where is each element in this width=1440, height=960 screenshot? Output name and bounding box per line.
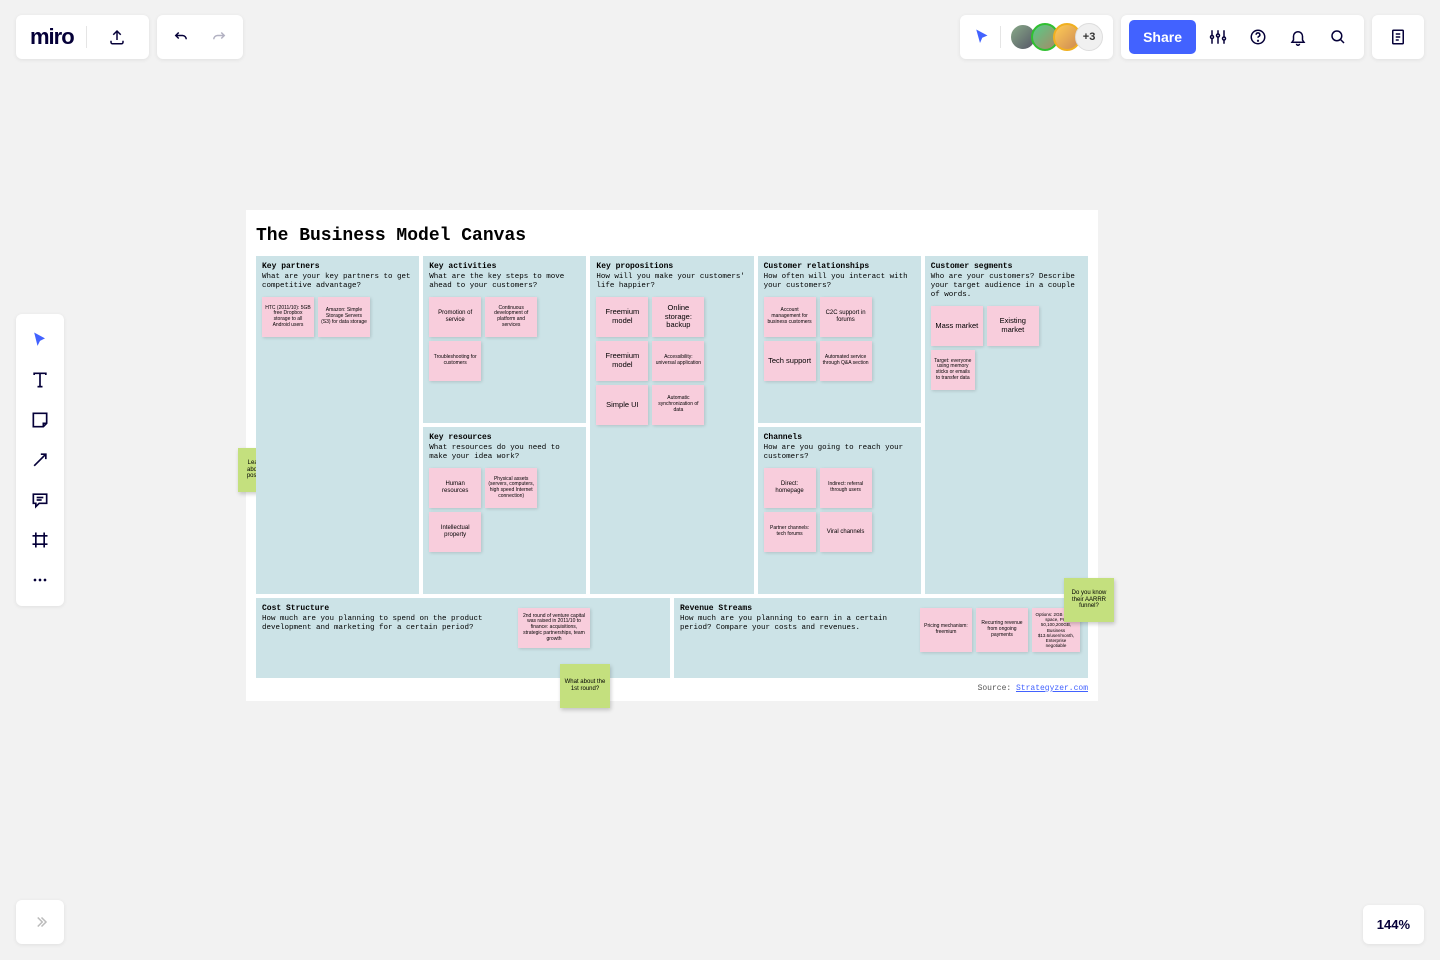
cell-resources[interactable]: Key resources What resources do you need… bbox=[423, 427, 586, 594]
sticky-note[interactable]: Continuous development of platform and s… bbox=[485, 297, 537, 337]
export-button[interactable] bbox=[99, 19, 135, 55]
miro-logo[interactable]: miro bbox=[30, 24, 74, 50]
board-title: The Business Model Canvas bbox=[256, 226, 1088, 246]
cell-prompt: What resources do you need to make your … bbox=[429, 444, 580, 462]
sticky-note[interactable]: Existing market bbox=[987, 306, 1039, 346]
sticky-note[interactable]: Viral channels bbox=[820, 512, 872, 552]
sticky-note[interactable]: HTC (2011/10): 5GB free Dropbox storage … bbox=[262, 297, 314, 337]
avatar-stack[interactable]: +3 bbox=[1009, 23, 1103, 51]
sticky-note[interactable]: What about the 1st round? bbox=[560, 664, 610, 708]
undo-redo-panel bbox=[157, 15, 243, 59]
cell-title: Channels bbox=[764, 433, 915, 442]
cell-title: Customer segments bbox=[931, 262, 1082, 271]
search-button[interactable] bbox=[1320, 19, 1356, 55]
sticky-note[interactable]: Do you know their AARRR funnel? bbox=[1064, 578, 1114, 622]
source-link[interactable]: Strategyzer.com bbox=[1016, 684, 1088, 693]
help-button[interactable] bbox=[1240, 19, 1276, 55]
comment-tool[interactable] bbox=[16, 480, 64, 520]
source-prefix: Source: bbox=[978, 684, 1016, 693]
cell-relationships[interactable]: Customer relationships How often will yo… bbox=[758, 256, 921, 423]
cell-segments[interactable]: Customer segments Who are your customers… bbox=[925, 256, 1088, 594]
notes-button[interactable] bbox=[1380, 19, 1416, 55]
sticky-note[interactable]: Tech support bbox=[764, 341, 816, 381]
canvas-bottom-row: Cost Structure How much are you planning… bbox=[256, 598, 1088, 678]
notifications-button[interactable] bbox=[1280, 19, 1316, 55]
cell-cost[interactable]: Cost Structure How much are you planning… bbox=[256, 598, 670, 678]
select-tool[interactable] bbox=[16, 320, 64, 360]
divider bbox=[86, 26, 87, 48]
notes-panel bbox=[1372, 15, 1424, 59]
redo-button[interactable] bbox=[201, 19, 237, 55]
sticky-note[interactable]: Amazon: Simple Storage Servers (S3) for … bbox=[318, 297, 370, 337]
canvas-grid: Key partners What are your key partners … bbox=[256, 256, 1088, 594]
sticky-note[interactable]: Physical assets (servers, computers, hig… bbox=[485, 468, 537, 508]
canvas-board[interactable]: The Business Model Canvas Learn more abo… bbox=[246, 210, 1098, 701]
undo-button[interactable] bbox=[163, 19, 199, 55]
cell-prompt: What are your key partners to get compet… bbox=[262, 273, 413, 291]
sticky-note[interactable]: Pricing mechanism: freemium bbox=[920, 608, 972, 652]
zoom-level[interactable]: 144% bbox=[1363, 905, 1424, 944]
sticky-note[interactable]: Promotion of service bbox=[429, 297, 481, 337]
sticky-note[interactable]: Online storage: backup bbox=[652, 297, 704, 337]
sticky-note[interactable]: Indirect: referral through users bbox=[820, 468, 872, 508]
arrow-tool[interactable] bbox=[16, 440, 64, 480]
divider bbox=[1000, 26, 1001, 48]
sticky-note[interactable]: Human resources bbox=[429, 468, 481, 508]
sticky-note[interactable]: Freemium model bbox=[596, 341, 648, 381]
sticky-note[interactable]: Troubleshooting for customers bbox=[429, 341, 481, 381]
cell-title: Key partners bbox=[262, 262, 413, 271]
avatar-more[interactable]: +3 bbox=[1075, 23, 1103, 51]
cell-prompt: How much are you planning to spend on th… bbox=[262, 615, 503, 633]
cell-title: Customer relationships bbox=[764, 262, 915, 271]
cell-title: Key propositions bbox=[596, 262, 747, 271]
sticky-note[interactable]: Account management for business customer… bbox=[764, 297, 816, 337]
sticky-note[interactable]: Intellectual property bbox=[429, 512, 481, 552]
cell-revenue[interactable]: Revenue Streams How much are you plannin… bbox=[674, 598, 1088, 678]
sticky-note[interactable]: Accessibility: universal application bbox=[652, 341, 704, 381]
toolbar bbox=[16, 314, 64, 606]
sticky-note[interactable]: C2C support in forums bbox=[820, 297, 872, 337]
cell-channels[interactable]: Channels How are you going to reach your… bbox=[758, 427, 921, 594]
source-line: Source: Strategyzer.com bbox=[256, 684, 1088, 693]
cell-title: Key resources bbox=[429, 433, 580, 442]
more-tools[interactable] bbox=[16, 560, 64, 600]
cursor-icon[interactable] bbox=[974, 28, 992, 46]
cell-prompt: How often will you interact with your cu… bbox=[764, 273, 915, 291]
sticky-note[interactable]: Recurring revenue from ongoing payments bbox=[976, 608, 1028, 652]
cell-partners[interactable]: Key partners What are your key partners … bbox=[256, 256, 419, 594]
sticky-note[interactable]: Partner channels: tech forums bbox=[764, 512, 816, 552]
settings-button[interactable] bbox=[1200, 19, 1236, 55]
sticky-note[interactable]: Direct: homepage bbox=[764, 468, 816, 508]
cell-prompt: Who are your customers? Describe your ta… bbox=[931, 273, 1082, 300]
share-button[interactable]: Share bbox=[1129, 20, 1196, 54]
text-tool[interactable] bbox=[16, 360, 64, 400]
sticky-note[interactable]: 2nd round of venture capital was raised … bbox=[518, 608, 590, 648]
sticky-note[interactable]: Mass market bbox=[931, 306, 983, 346]
sticky-note[interactable]: Automated service through Q&A section bbox=[820, 341, 872, 381]
sticky-note[interactable]: Freemium model bbox=[596, 297, 648, 337]
cell-prompt: How much are you planning to earn in a c… bbox=[680, 615, 921, 633]
sticky-tool[interactable] bbox=[16, 400, 64, 440]
logo-panel: miro bbox=[16, 15, 149, 59]
cell-activities[interactable]: Key activities What are the key steps to… bbox=[423, 256, 586, 423]
cell-propositions[interactable]: Key propositions How will you make your … bbox=[590, 256, 753, 594]
cell-title: Cost Structure bbox=[262, 604, 664, 613]
frame-tool[interactable] bbox=[16, 520, 64, 560]
sticky-note[interactable]: Simple UI bbox=[596, 385, 648, 425]
share-panel: Share bbox=[1121, 15, 1364, 59]
collaborators-panel: +3 bbox=[960, 15, 1113, 59]
cell-prompt: What are the key steps to move ahead to … bbox=[429, 273, 580, 291]
cell-title: Key activities bbox=[429, 262, 580, 271]
cell-prompt: How are you going to reach your customer… bbox=[764, 444, 915, 462]
cell-prompt: How will you make your customers' life h… bbox=[596, 273, 747, 291]
sticky-note[interactable]: Automatic synchronization of data bbox=[652, 385, 704, 425]
sticky-note[interactable]: Target: everyone using memory sticks or … bbox=[931, 350, 975, 390]
expand-button[interactable] bbox=[16, 900, 64, 944]
